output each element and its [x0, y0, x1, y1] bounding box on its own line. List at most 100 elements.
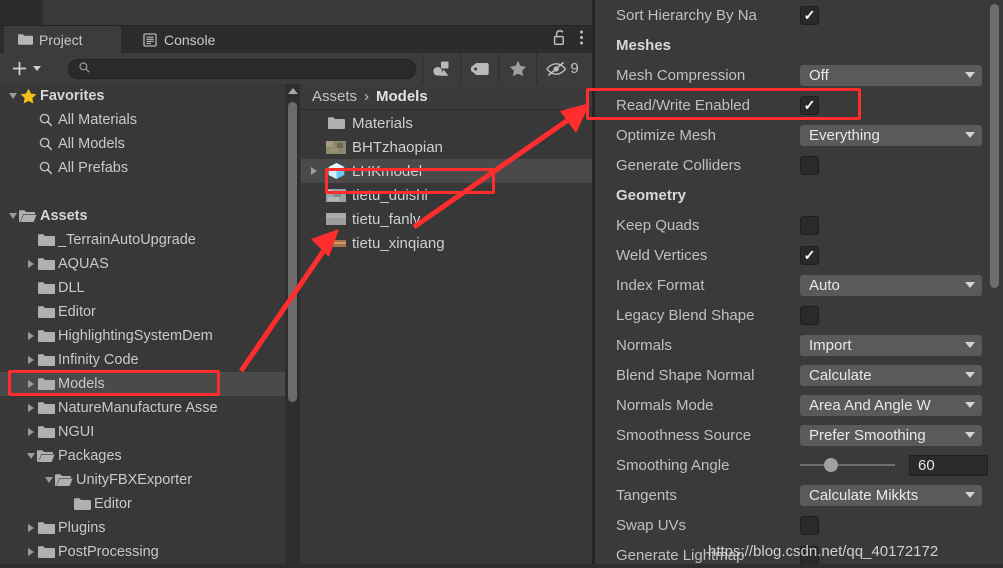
tree-item-naturemanufacture-asse[interactable]: NatureManufacture Asse [0, 396, 285, 420]
slider-smoothing-angle[interactable]: 60 [800, 454, 988, 476]
disclosure-triangle[interactable] [24, 354, 37, 367]
inspector-scrollbar[interactable] [988, 0, 1001, 568]
tree-item-postprocessing[interactable]: PostProcessing [0, 540, 285, 564]
inspector-row-meshes: Meshes [595, 30, 1003, 60]
checkbox-generate-colliders[interactable] [800, 155, 819, 175]
dropdown-normals-mode[interactable]: Area And Angle W [800, 394, 982, 416]
panel-tabbar: Project Console [0, 26, 592, 53]
tree-item-plugins[interactable]: Plugins [0, 516, 285, 540]
tree-item-packages[interactable]: Packages [0, 444, 285, 468]
asset-row-tietu-fanlv[interactable]: tietu_fanlv [301, 207, 592, 231]
favorite-star-icon[interactable] [498, 53, 536, 84]
dropdown-tangents[interactable]: Calculate Mikkts [800, 484, 982, 506]
tree-item-all-prefabs[interactable]: All Prefabs [0, 156, 285, 180]
tree-item-models[interactable]: Models [0, 372, 285, 396]
tree-item-all-models[interactable]: All Models [0, 132, 285, 156]
dropdown-index-format[interactable]: Auto [800, 274, 982, 296]
asset-row-lhkmodel[interactable]: LHKmodel [301, 159, 592, 183]
scroll-up-icon[interactable] [285, 84, 300, 98]
checkbox-legacy-blend-shape[interactable] [800, 305, 819, 325]
asset-row-tietu-xinqiang[interactable]: tietu_xinqiang [301, 231, 592, 255]
inspector-label: Read/Write Enabled [616, 96, 750, 114]
project-tree-scrollbar[interactable] [285, 84, 300, 568]
disclosure-triangle[interactable] [24, 258, 37, 271]
tree-item-dll[interactable]: DLL [0, 276, 285, 300]
disclosure-triangle[interactable] [24, 402, 37, 415]
checkbox-keep-quads[interactable] [800, 215, 819, 235]
dropdown-value: Prefer Smoothing [809, 426, 926, 444]
search-input[interactable] [68, 59, 416, 79]
slider-track[interactable] [800, 458, 895, 472]
asset-label: LHKmodel [352, 162, 423, 180]
slider-knob[interactable] [824, 458, 838, 472]
top-strip-tab[interactable] [0, 0, 43, 25]
more-options-icon[interactable] [579, 29, 584, 51]
tree-item-ngui[interactable]: NGUI [0, 420, 285, 444]
disclosure-triangle[interactable] [24, 450, 37, 463]
inspector-control: ✓ [800, 245, 1003, 265]
dropdown-smoothness-source[interactable]: Prefer Smoothing [800, 424, 982, 446]
hidden-count-label: 9 [570, 60, 579, 77]
disclosure-triangle[interactable] [24, 330, 37, 343]
disclosure-triangle [60, 498, 73, 511]
tree-item-assets[interactable]: Assets [0, 204, 285, 228]
tree-item-highlightingsystemdem[interactable]: HighlightingSystemDem [0, 324, 285, 348]
numeric-field-smoothing-angle[interactable]: 60 [909, 454, 988, 476]
inspector-scrollbar-thumb[interactable] [990, 4, 999, 288]
dropdown-optimize-mesh[interactable]: Everything [800, 124, 982, 146]
scrollbar-thumb[interactable] [288, 102, 297, 402]
create-asset-button[interactable] [6, 59, 46, 79]
asset-list[interactable]: Materials BHTzhaopian LHKmodel tietu_duishi… [301, 111, 592, 255]
tree-item-editor[interactable]: Editor [0, 492, 285, 516]
hidden-objects-toggle[interactable]: 9 [536, 53, 588, 84]
breadcrumb-root[interactable]: Assets [312, 88, 357, 105]
folder-icon [37, 232, 55, 248]
inspector-label: Blend Shape Normal [616, 366, 755, 384]
type-filter-icon[interactable] [422, 53, 460, 84]
disclosure-triangle[interactable] [24, 426, 37, 439]
asset-row-bhtzhaopian[interactable]: BHTzhaopian [301, 135, 592, 159]
dropdown-blend-shape-normal[interactable]: Calculate [800, 364, 982, 386]
inspector-row-geometry: Geometry [595, 180, 1003, 210]
project-tree[interactable]: Favorites All Materials All Models All Pref… [0, 84, 285, 568]
tab-console-label: Console [164, 31, 216, 48]
label-filter-icon[interactable] [460, 53, 498, 84]
disclosure-triangle[interactable] [42, 474, 55, 487]
tree-item-label: NatureManufacture Asse [58, 400, 218, 416]
disclosure-triangle[interactable] [6, 90, 19, 103]
disclosure-triangle[interactable] [24, 546, 37, 559]
chevron-down-icon [965, 402, 975, 408]
tree-item-editor[interactable]: Editor [0, 300, 285, 324]
disclosure-triangle[interactable] [6, 210, 19, 223]
folder-open-icon [55, 472, 73, 488]
disclosure-triangle[interactable] [311, 167, 325, 175]
lock-icon[interactable] [553, 29, 567, 51]
tree-item-all-materials[interactable]: All Materials [0, 108, 285, 132]
tree-item-infinity-code[interactable]: Infinity Code [0, 348, 285, 372]
dropdown-mesh-compression[interactable]: Off [800, 64, 982, 86]
tree-item-unityfbxexporter[interactable]: UnityFBXExporter [0, 468, 285, 492]
tree-item-terrainautoupgrade[interactable]: _TerrainAutoUpgrade [0, 228, 285, 252]
inspector-row-smoothing-angle: Smoothing Angle 60 [595, 450, 1003, 480]
chevron-down-icon [965, 72, 975, 78]
tab-console[interactable]: Console [129, 26, 239, 53]
inspector-row-keep-quads: Keep Quads [595, 210, 1003, 240]
disclosure-triangle[interactable] [24, 378, 37, 391]
tree-item-favorites[interactable]: Favorites [0, 84, 285, 108]
tree-item-label: Assets [40, 208, 88, 224]
tree-item-aquas[interactable]: AQUAS [0, 252, 285, 276]
disclosure-triangle[interactable] [24, 522, 37, 535]
asset-row-tietu-duishi[interactable]: tietu_duishi [301, 183, 592, 207]
breadcrumb: Assets › Models [301, 84, 592, 110]
breadcrumb-current[interactable]: Models [376, 88, 428, 105]
tree-item-label: Models [58, 376, 105, 392]
checkbox-sort-hierarchy-by-na[interactable]: ✓ [800, 5, 819, 25]
checkbox-weld-vertices[interactable]: ✓ [800, 245, 819, 265]
asset-row-materials[interactable]: Materials [301, 111, 592, 135]
inspector-row-blend-shape-normal: Blend Shape Normal Calculate [595, 360, 1003, 390]
checkbox-read-write-enabled[interactable]: ✓ [800, 95, 819, 115]
tab-project[interactable]: Project [4, 26, 121, 53]
inspector-row-normals-mode: Normals Mode Area And Angle W [595, 390, 1003, 420]
dropdown-normals[interactable]: Import [800, 334, 982, 356]
checkbox-swap-uvs[interactable] [800, 515, 819, 535]
